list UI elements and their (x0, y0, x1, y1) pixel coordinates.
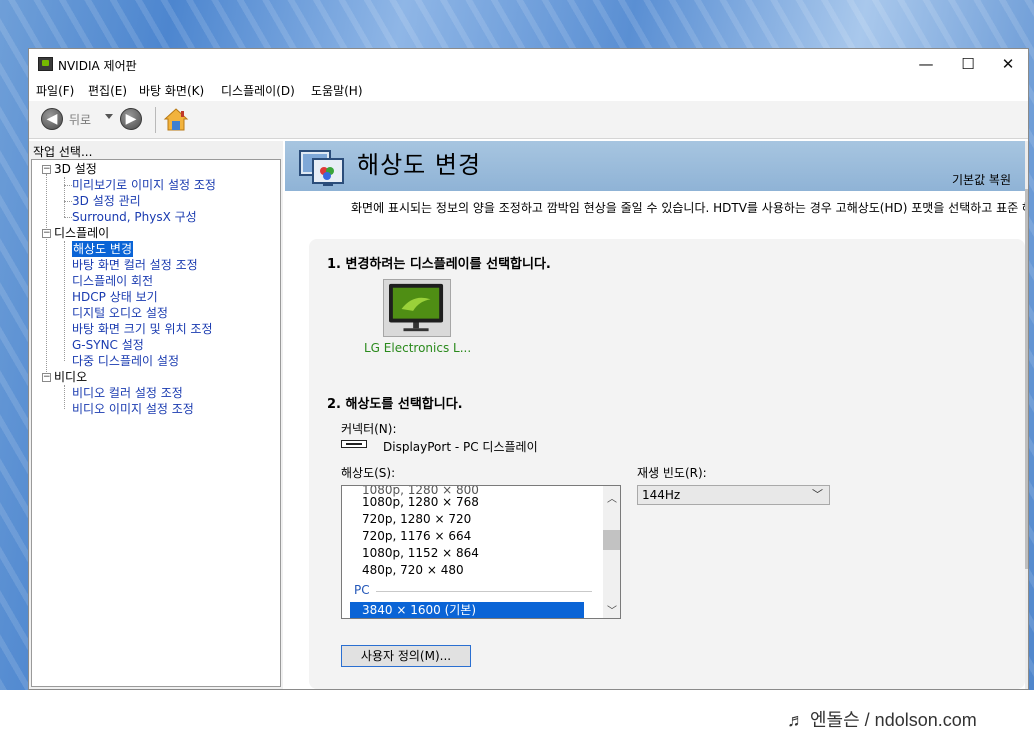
menu-display[interactable]: 디스플레이(D) (221, 82, 295, 99)
content-scroll-thumb[interactable] (1025, 189, 1028, 569)
back-label[interactable]: 뒤로 (69, 111, 91, 128)
tree-category-video[interactable]: 비디오 (54, 369, 87, 385)
connector-label: 커넥터(N): (341, 422, 397, 436)
tree-item-desktop-size[interactable]: 바탕 화면 크기 및 위치 조정 (72, 321, 213, 337)
display-tile[interactable] (383, 279, 451, 337)
tree-item-multi-display[interactable]: 다중 디스플레이 설정 (72, 353, 179, 369)
content-scrollbar[interactable] (1025, 141, 1028, 689)
connector-value: DisplayPort - PC 디스플레이 (383, 440, 538, 454)
back-arrow-icon[interactable]: ◀ (41, 108, 63, 130)
resolution-option[interactable]: 1080p, 1152 × 864 (362, 545, 479, 562)
group-divider (376, 591, 592, 592)
tree-guide-line (64, 217, 72, 218)
page-description: 화면에 표시되는 정보의 양을 조정하고 깜박임 현상을 줄일 수 있습니다. … (351, 201, 1026, 215)
task-pane-title: 작업 선택... (33, 145, 93, 159)
watermark: ♬ 엔돌슨 / ndolson.com (787, 710, 977, 730)
scroll-down-icon[interactable]: ﹀ (607, 602, 617, 617)
resolution-option[interactable]: 720p, 1280 × 720 (362, 511, 471, 528)
tree-guide-line (46, 174, 47, 382)
resolution-scrollbar[interactable]: ︿ ﹀ (603, 486, 620, 618)
tree-guide-line (64, 241, 65, 361)
resolution-option[interactable]: 480p, 720 × 480 (362, 562, 464, 579)
tree-item-manage-3d[interactable]: 3D 설정 관리 (72, 193, 141, 209)
page-title: 해상도 변경 (357, 151, 482, 179)
tree-item-image-preview[interactable]: 미리보기로 이미지 설정 조정 (72, 177, 216, 193)
resolution-option[interactable]: 720p, 1176 × 664 (362, 528, 471, 545)
menu-help[interactable]: 도움말(H) (311, 82, 363, 99)
resolution-group-pc: PC (354, 583, 370, 597)
restore-defaults-link[interactable]: 기본값 복원 (952, 171, 1011, 188)
forward-arrow-icon[interactable]: ▶ (120, 108, 142, 130)
collapse-3d-icon[interactable]: − (42, 165, 51, 174)
collapse-display-icon[interactable]: − (42, 229, 51, 238)
maximize-button[interactable]: ☐ (948, 53, 988, 75)
tree-item-video-color[interactable]: 비디오 컬러 설정 조정 (72, 385, 183, 401)
tree-item-surround-physx[interactable]: Surround, PhysX 구성 (72, 209, 197, 225)
menu-edit[interactable]: 편집(E) (88, 82, 127, 99)
collapse-video-icon[interactable]: − (42, 373, 51, 382)
resolution-option-selected[interactable]: 3840 × 1600 (기본) (350, 602, 584, 618)
toolbar-separator (155, 107, 156, 133)
custom-resolution-button[interactable]: 사용자 정의(M)... (341, 645, 471, 667)
page-banner: 해상도 변경 기본값 복원 (285, 141, 1025, 191)
display-name[interactable]: LG Electronics L... (364, 341, 471, 355)
resolution-label: 해상도(S): (341, 466, 396, 480)
tree-item-rotate-display[interactable]: 디스플레이 회전 (72, 273, 153, 289)
settings-panel: 1. 변경하려는 디스플레이를 선택합니다. LG Electronics L.… (309, 239, 1025, 689)
tree-item-desktop-color[interactable]: 바탕 화면 컬러 설정 조정 (72, 257, 198, 273)
home-icon[interactable] (163, 107, 189, 133)
tree-guide-line (64, 177, 65, 217)
tree-item-digital-audio[interactable]: 디지털 오디오 설정 (72, 305, 168, 321)
section-select-resolution: 2. 해상도를 선택합니다. (327, 397, 463, 412)
scroll-thumb[interactable] (603, 530, 620, 550)
tree-guide-line (64, 185, 72, 186)
tree-category-3d[interactable]: 3D 설정 (54, 161, 97, 177)
displayport-icon (341, 440, 367, 448)
task-tree: − 3D 설정 미리보기로 이미지 설정 조정 3D 설정 관리 Surroun… (31, 159, 281, 687)
tree-guide-line (64, 201, 72, 202)
refresh-rate-label: 재생 빈도(R): (637, 466, 707, 480)
tree-item-video-image[interactable]: 비디오 이미지 설정 조정 (72, 401, 194, 417)
menu-bar: 파일(F) 편집(E) 바탕 화면(K) 디스플레이(D) 도움말(H) (29, 79, 1028, 101)
resolution-option[interactable]: 1080p, 1280 × 768 (362, 494, 479, 511)
task-pane: 작업 선택... − 3D 설정 미리보기로 이미지 설정 조정 3D 설정 관… (29, 141, 283, 689)
tree-guide-line (64, 385, 65, 409)
tree-item-gsync[interactable]: G-SYNC 설정 (72, 337, 144, 353)
back-history-dropdown-icon[interactable] (105, 114, 113, 119)
tree-item-change-resolution[interactable]: 해상도 변경 (72, 241, 134, 257)
nvidia-app-icon (38, 57, 53, 71)
refresh-rate-value: 144Hz (642, 488, 681, 502)
section-select-display: 1. 변경하려는 디스플레이를 선택합니다. (327, 257, 551, 272)
refresh-rate-select[interactable]: 144Hz ﹀ (637, 485, 830, 505)
menu-file[interactable]: 파일(F) (36, 82, 74, 99)
content-pane: 해상도 변경 기본값 복원 화면에 표시되는 정보의 양을 조정하고 깜박임 현… (285, 141, 1028, 689)
resolution-listbox[interactable]: 1080p, 1280 × 800 1080p, 1280 × 768 720p… (341, 485, 621, 619)
title-bar[interactable]: NVIDIA 제어판 — ☐ ✕ (29, 49, 1028, 79)
close-button[interactable]: ✕ (988, 53, 1028, 75)
toolbar: ◀ 뒤로 ▶ (29, 101, 1028, 139)
minimize-button[interactable]: — (906, 53, 946, 75)
nvidia-control-panel-window: NVIDIA 제어판 — ☐ ✕ 파일(F) 편집(E) 바탕 화면(K) 디스… (28, 48, 1029, 690)
scroll-up-icon[interactable]: ︿ (607, 490, 617, 505)
resolution-monitor-icon (299, 150, 344, 186)
tree-item-hdcp-status[interactable]: HDCP 상태 보기 (72, 289, 158, 305)
monitor-icon (389, 283, 444, 332)
window-title: NVIDIA 제어판 (58, 59, 137, 73)
chevron-down-icon: ﹀ (812, 488, 823, 501)
menu-desktop[interactable]: 바탕 화면(K) (139, 82, 204, 99)
tree-category-display[interactable]: 디스플레이 (54, 225, 109, 241)
